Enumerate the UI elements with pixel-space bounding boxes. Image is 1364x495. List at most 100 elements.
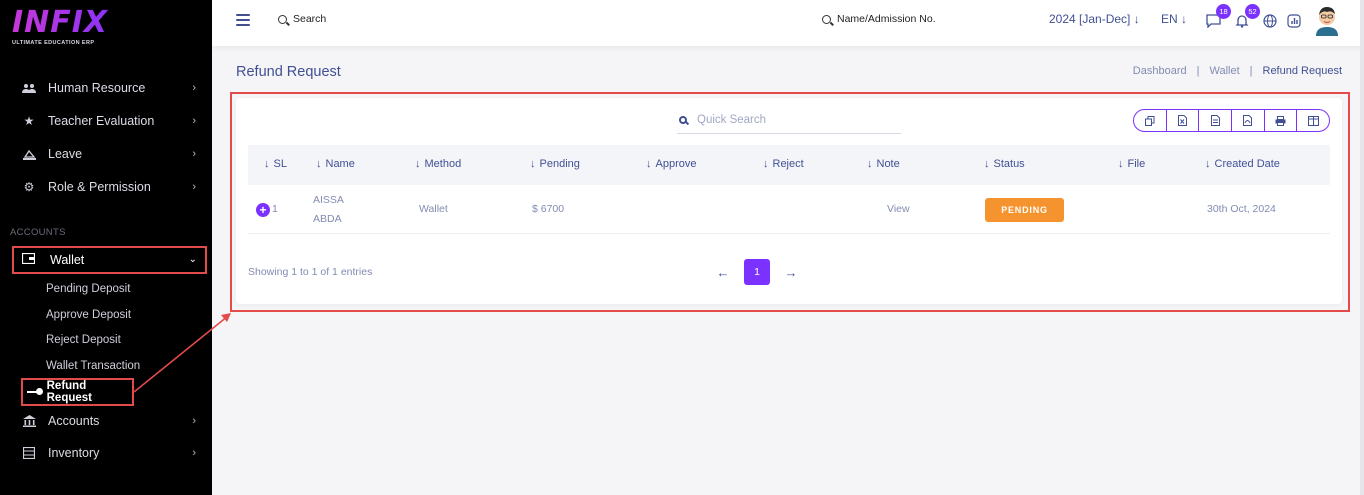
column-label: Status [993, 158, 1025, 170]
chevron-right-icon: › [192, 148, 196, 160]
column-label: Approve [655, 158, 697, 170]
column-approve[interactable]: ↓ Approve [646, 158, 696, 170]
sidebar-item-label: Leave [48, 147, 83, 161]
sidebar-subitem-approve-deposit[interactable]: Approve Deposit [46, 309, 131, 321]
pdf-icon[interactable] [1232, 110, 1265, 131]
topbar: Search Name/Admission No. 2024 [Jan-Dec]… [212, 0, 1364, 46]
chevron-right-icon: › [192, 115, 196, 127]
arrow-down-icon: ↓ [1133, 12, 1140, 26]
sidebar-subitem-pending-deposit[interactable]: Pending Deposit [46, 283, 130, 295]
sort-arrow-icon: ↓ [984, 158, 990, 170]
avatar[interactable] [1314, 4, 1340, 36]
column-label: Reject [772, 158, 804, 170]
star-icon: ★ [23, 114, 35, 128]
breadcrumb-dashboard[interactable]: Dashboard [1133, 65, 1187, 77]
column-label: Note [876, 158, 900, 170]
language-label: EN [1161, 12, 1178, 26]
scrollbar[interactable] [1360, 0, 1364, 495]
print-icon[interactable] [1265, 110, 1298, 131]
breadcrumb-current: Refund Request [1262, 65, 1343, 77]
academic-year-select[interactable]: 2024 [Jan-Dec] ↓ [1049, 12, 1140, 26]
sort-arrow-icon: ↓ [264, 158, 270, 170]
breadcrumb: Dashboard | Wallet | Refund Request [1133, 65, 1342, 77]
column-label: File [1127, 158, 1146, 170]
sort-arrow-icon: ↓ [316, 158, 322, 170]
sidebar-item-accounts[interactable]: Accounts › [20, 410, 200, 432]
refund-table-card: Quick Search ↓ SL ↓ Name ↓ Method ↓ Pending … [236, 98, 1342, 304]
cell-name-first: AISSA [313, 194, 344, 206]
globe-icon[interactable] [1262, 13, 1278, 29]
language-select[interactable]: EN ↓ [1161, 12, 1187, 26]
active-indicator-icon [27, 388, 43, 395]
top-search[interactable]: Search [278, 13, 326, 25]
page-number[interactable]: 1 [744, 259, 770, 285]
sidebar-item-leave[interactable]: Leave › [20, 143, 200, 165]
csv-icon[interactable] [1199, 110, 1233, 131]
student-search-label: Name/Admission No. [837, 13, 936, 25]
sidebar-subitem-refund-request[interactable]: Refund Request [21, 378, 134, 406]
sort-arrow-icon: ↓ [763, 158, 769, 170]
sidebar-item-label: Refund Request [46, 380, 92, 404]
sidebar-item-label: Wallet [50, 253, 85, 267]
search-icon [822, 14, 831, 24]
message-icon[interactable]: 18 [1205, 4, 1231, 29]
quick-search-input[interactable]: Quick Search [677, 106, 901, 134]
breadcrumb-separator: | [1249, 65, 1253, 77]
next-page-icon[interactable]: → [784, 265, 798, 280]
column-label: Created Date [1214, 158, 1280, 170]
column-file[interactable]: ↓ File [1118, 158, 1145, 170]
menu-toggle-icon[interactable] [236, 14, 250, 26]
breadcrumb-wallet[interactable]: Wallet [1209, 65, 1239, 77]
bell-icon[interactable]: 52 [1234, 4, 1260, 29]
sidebar-item-wallet[interactable]: Wallet ⌄ [12, 246, 207, 274]
section-label-accounts: ACCOUNTS [10, 227, 66, 238]
column-sl[interactable]: ↓ SL [264, 158, 287, 170]
sort-arrow-icon: ↓ [415, 158, 421, 170]
excel-icon[interactable] [1167, 110, 1200, 131]
sort-arrow-icon: ↓ [646, 158, 652, 170]
column-label: Pending [539, 158, 580, 170]
sort-arrow-icon: ↓ [1118, 158, 1124, 170]
sidebar-item-label: Inventory [48, 446, 100, 460]
note-view-link[interactable]: View [887, 203, 910, 215]
breadcrumb-separator: | [1196, 65, 1200, 77]
column-pending[interactable]: ↓ Pending [530, 158, 580, 170]
column-method[interactable]: ↓ Method [415, 158, 461, 170]
copy-icon[interactable] [1134, 110, 1167, 131]
wallet-icon [21, 252, 38, 267]
sort-arrow-icon: ↓ [530, 158, 536, 170]
academic-year-label: 2024 [Jan-Dec] [1049, 12, 1131, 26]
column-status[interactable]: ↓ Status [984, 158, 1025, 170]
chevron-down-icon: ⌄ [188, 254, 197, 265]
table-row: + 1 AISSA ABDA Wallet $ 6700 View PENDIN… [248, 186, 1330, 234]
sidebar-subitem-wallet-transaction[interactable]: Wallet Transaction [46, 360, 140, 372]
column-note[interactable]: ↓ Note [867, 158, 900, 170]
sort-arrow-icon: ↓ [867, 158, 873, 170]
column-reject[interactable]: ↓ Reject [763, 158, 804, 170]
columns-icon[interactable] [1297, 110, 1329, 131]
quick-search-placeholder: Quick Search [697, 113, 767, 126]
sidebar: INFIX ULTIMATE EDUCATION ERP Human Resou… [0, 0, 212, 495]
search-icon [278, 14, 287, 24]
previous-page-icon[interactable]: ← [716, 265, 730, 280]
sidebar-subitem-reject-deposit[interactable]: Reject Deposit [46, 334, 121, 346]
column-label: SL [273, 158, 287, 170]
brand-name: INFIX [12, 8, 132, 38]
sort-arrow-icon: ↓ [1205, 158, 1211, 170]
sidebar-item-teacher-evaluation[interactable]: ★ Teacher Evaluation › [20, 110, 200, 132]
expand-row-icon[interactable]: + [256, 203, 270, 217]
sidebar-item-role-permission[interactable]: ⚙ Role & Permission › [20, 176, 200, 198]
sidebar-item-label: Human Resource [48, 81, 146, 95]
chart-icon[interactable] [1286, 13, 1302, 29]
student-search[interactable]: Name/Admission No. [822, 13, 936, 25]
table-info: Showing 1 to 1 of 1 entries [248, 266, 373, 278]
notification-count-badge: 52 [1245, 4, 1260, 19]
message-count-badge: 18 [1216, 4, 1231, 19]
inventory-icon [20, 446, 38, 460]
brand-logo[interactable]: INFIX ULTIMATE EDUCATION ERP [12, 8, 132, 50]
sidebar-item-human-resource[interactable]: Human Resource › [20, 77, 200, 99]
column-name[interactable]: ↓ Name [316, 158, 355, 170]
sidebar-item-label: Role & Permission [48, 180, 151, 194]
sidebar-item-inventory[interactable]: Inventory › [20, 442, 200, 464]
column-created-date[interactable]: ↓ Created Date [1205, 158, 1280, 170]
